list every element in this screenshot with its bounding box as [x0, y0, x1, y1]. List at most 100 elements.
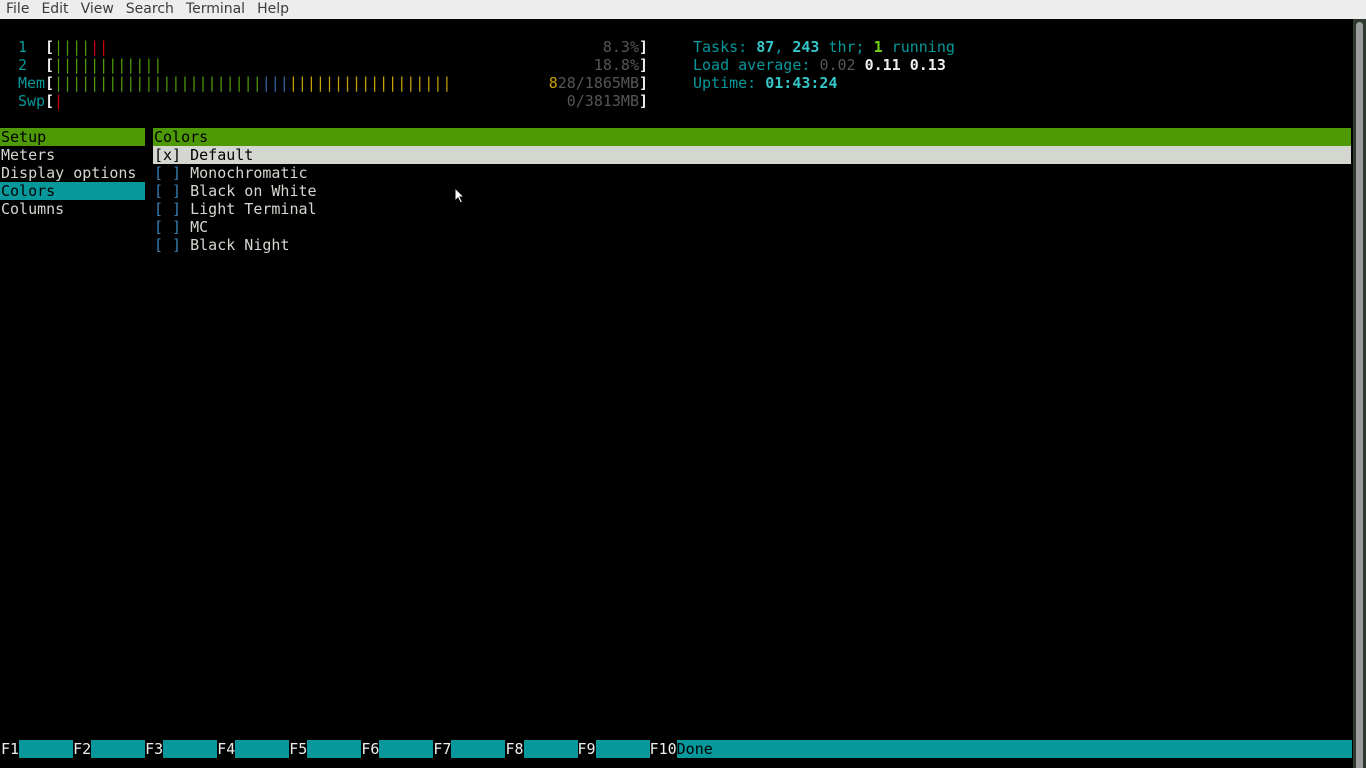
setup-item-display-options[interactable]: Display options	[0, 164, 145, 182]
bar-segment: |	[415, 74, 425, 92]
mouse-cursor-icon	[454, 187, 466, 204]
fkey-f5[interactable]: F5	[289, 740, 307, 758]
bracket-close: ]	[639, 38, 649, 56]
checkbox[interactable]: [ ]	[154, 200, 181, 218]
bar-segment: |	[72, 56, 82, 74]
bar-segment: |	[198, 74, 208, 92]
bar-segment: |	[297, 74, 307, 92]
fkey-label-f10[interactable]: Done	[676, 740, 1352, 758]
fkey-f2[interactable]: F2	[73, 740, 91, 758]
bar-segment: |	[63, 56, 73, 74]
running-label: running	[882, 38, 955, 56]
fkey-label-f2[interactable]	[91, 740, 146, 758]
bracket-close: ]	[639, 56, 649, 74]
menu-view[interactable]: View	[75, 0, 120, 19]
fkey-label-f9[interactable]	[595, 740, 650, 758]
fkey-f4[interactable]: F4	[217, 740, 235, 758]
fkey-label-f1[interactable]	[19, 740, 74, 758]
checkbox[interactable]: [ ]	[154, 182, 181, 200]
fkey-f10[interactable]: F10	[650, 740, 677, 758]
fkey-label-f8[interactable]	[523, 740, 578, 758]
threads-label: thr;	[819, 38, 874, 56]
fkey-f1[interactable]: F1	[1, 740, 19, 758]
bar-segment: |	[54, 74, 64, 92]
fkey-f9[interactable]: F9	[578, 740, 596, 758]
load-line: Load average: 0.02 0.11 0.13	[693, 56, 946, 74]
menu-file[interactable]: File	[0, 0, 35, 19]
setup-item-meters[interactable]: Meters	[0, 146, 145, 164]
bar-segment: |	[180, 74, 190, 92]
bracket-open: [	[45, 56, 55, 74]
color-scheme-monochromatic[interactable]: [ ] Monochromatic	[153, 164, 308, 182]
tasks-count: 87	[756, 38, 775, 56]
tasks-line: Tasks: 87, 243 thr; 1 running	[693, 38, 955, 56]
scheme-label: Monochromatic	[190, 164, 308, 182]
bar-segment: |	[126, 74, 136, 92]
bar-segment: |	[63, 38, 73, 56]
fkey-f3[interactable]: F3	[145, 740, 163, 758]
bar-segment: |	[90, 74, 100, 92]
uptime-value: 01:43:24	[765, 74, 838, 92]
bar-segment: |	[99, 74, 109, 92]
bar-segment: |	[361, 74, 371, 92]
bar-segment: |	[424, 74, 434, 92]
bar-segment: |	[117, 56, 127, 74]
color-scheme-default[interactable]: [x] Default	[153, 146, 1351, 164]
swp-bar: | 0/3813MB	[54, 92, 639, 110]
bar-segment: |	[171, 74, 181, 92]
checkbox[interactable]: [ ]	[154, 218, 181, 236]
bar-segment: |	[343, 74, 353, 92]
color-scheme-black-night[interactable]: [ ] Black Night	[153, 236, 289, 254]
bar-segment: |	[153, 74, 163, 92]
terminal[interactable]: 1 2 Mem Swp [ [ [ [ ] ] ] ] | | | | | | 8.3% |…	[0, 20, 1352, 768]
fkey-label-f5[interactable]	[307, 740, 362, 758]
bar-segment: |	[225, 74, 235, 92]
bar-segment: |	[379, 74, 389, 92]
mem-bar: | | | | | | | | | | | | | | | | | | | | | | | | | | | | | | | | | | | | | | | |…	[54, 74, 639, 92]
menu-edit[interactable]: Edit	[35, 0, 74, 19]
color-scheme-light-terminal[interactable]: [ ] Light Terminal	[153, 200, 317, 218]
bar-segment: |	[135, 74, 145, 92]
menu-search[interactable]: Search	[120, 0, 180, 19]
setup-item-colors[interactable]: Colors	[0, 182, 145, 200]
mem-label: Mem	[18, 74, 46, 92]
fkey-label-f4[interactable]	[235, 740, 290, 758]
colors-header: Colors	[153, 128, 1351, 146]
bar-segment: |	[306, 74, 316, 92]
scrollbar[interactable]	[1353, 19, 1366, 768]
fkey-f8[interactable]: F8	[505, 740, 523, 758]
fkey-label-f3[interactable]	[163, 740, 218, 758]
cpu2-meter: 2	[18, 56, 27, 74]
menu-help[interactable]: Help	[251, 0, 295, 19]
load1: 0.02	[819, 56, 856, 74]
scheme-label: Black Night	[190, 236, 290, 254]
setup-item-columns[interactable]: Columns	[0, 200, 145, 218]
color-scheme-black-on-white[interactable]: [ ] Black on White	[153, 182, 317, 200]
swp-meter: Swp	[18, 92, 45, 110]
scrollbar-thumb[interactable]	[1356, 22, 1363, 768]
swp-value: 0/3813MB	[566, 92, 639, 110]
cpu2-value: 18.8%	[593, 56, 639, 74]
fkey-f6[interactable]: F6	[361, 740, 379, 758]
fkey-f7[interactable]: F7	[433, 740, 451, 758]
bar-segment: |	[54, 56, 64, 74]
function-key-bar: F1 F2 F3 F4 F5 F6 F7 F8 F9 F10 Done	[1, 740, 1352, 758]
load5: 0.11	[864, 56, 901, 74]
bar-segment: |	[252, 74, 262, 92]
mem-meter: Mem	[18, 74, 45, 92]
bar-segment: |	[324, 74, 334, 92]
bar-segment: |	[288, 74, 298, 92]
fkey-label-f7[interactable]	[451, 740, 506, 758]
checkbox[interactable]: [ ]	[154, 236, 181, 254]
scheme-label: MC	[190, 218, 209, 236]
checkbox[interactable]: [ ]	[154, 164, 181, 182]
bar-segment: |	[99, 56, 109, 74]
menu-terminal[interactable]: Terminal	[180, 0, 251, 19]
bar-segment: |	[270, 74, 280, 92]
fkey-label-f6[interactable]	[379, 740, 434, 758]
bar-segment: |	[153, 56, 163, 74]
bar-segment: |	[315, 74, 325, 92]
checkbox[interactable]: [x]	[154, 146, 181, 164]
bar-segment: |	[216, 74, 226, 92]
color-scheme-mc[interactable]: [ ] MC	[153, 218, 208, 236]
